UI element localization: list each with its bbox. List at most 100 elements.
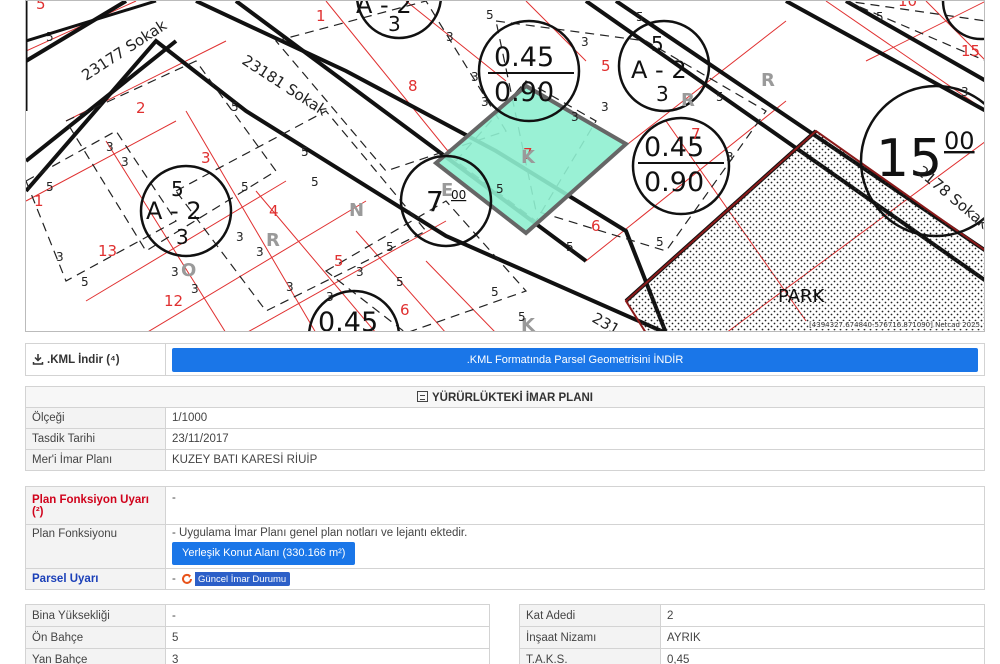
svg-text:8: 8: [408, 77, 418, 95]
refresh-icon: [179, 572, 196, 586]
side-yard-value: 3: [165, 648, 490, 664]
plan-function-table: Plan Fonksiyon Uyarı (²) - Plan Fonksiyo…: [25, 486, 985, 590]
svg-text:5: 5: [518, 310, 526, 324]
svg-text:5: 5: [311, 175, 319, 189]
svg-text:3: 3: [176, 225, 189, 249]
parcel-warning-label-cell: Parsel Uyarı: [25, 568, 166, 590]
svg-text:3: 3: [601, 100, 609, 114]
svg-text:3: 3: [726, 150, 734, 164]
svg-text:5: 5: [601, 57, 611, 75]
svg-text:5: 5: [36, 1, 46, 13]
svg-text:R: R: [266, 230, 280, 251]
svg-text:3: 3: [256, 245, 264, 259]
svg-text:3: 3: [121, 155, 129, 169]
download-icon: [32, 354, 44, 365]
svg-text:3: 3: [471, 70, 479, 84]
function-warning-value: -: [165, 486, 985, 525]
kml-download-button[interactable]: .KML Formatında Parsel Geometrisini İNDİ…: [172, 347, 978, 372]
svg-text:5: 5: [486, 8, 494, 22]
svg-text:13: 13: [98, 242, 117, 260]
taks-value: 0,45: [660, 648, 985, 664]
function-warning-label-cell: Plan Fonksiyon Uyarı (²): [25, 486, 166, 525]
svg-text:3: 3: [286, 280, 294, 294]
svg-text:N: N: [349, 200, 364, 221]
document-icon: [417, 390, 428, 402]
svg-text:5: 5: [656, 235, 664, 249]
svg-text:A - 2: A - 2: [146, 197, 202, 225]
svg-text:5: 5: [651, 32, 664, 56]
svg-text:3: 3: [388, 12, 401, 36]
svg-text:5: 5: [566, 240, 574, 254]
svg-text:3: 3: [571, 110, 579, 124]
side-yard-label: Yan Bahçe: [25, 648, 166, 664]
svg-text:5: 5: [334, 252, 344, 270]
svg-text:6: 6: [400, 301, 410, 319]
svg-text:3: 3: [191, 282, 199, 296]
svg-text:5: 5: [636, 10, 644, 24]
svg-text:R: R: [681, 90, 695, 111]
svg-text:10: 10: [898, 1, 917, 10]
approval-date-label: Tasdik Tarihi: [25, 428, 166, 450]
svg-text:00: 00: [944, 127, 975, 155]
construction-order-value: AYRIK: [660, 626, 985, 649]
active-plan-value: KUZEY BATI KARESİ RİUİP: [165, 449, 985, 471]
svg-text:5: 5: [876, 10, 884, 24]
building-info-left: Bina Yüksekliği - Ön Bahçe 5 Yan Bahçe 3: [25, 604, 490, 664]
svg-text:3: 3: [581, 35, 589, 49]
current-zoning-button[interactable]: Güncel İmar Durumu: [179, 572, 291, 586]
park-label: PARK: [778, 286, 826, 307]
svg-text:5: 5: [496, 182, 504, 196]
scale-label: Ölçeği: [25, 407, 166, 429]
building-height-value: -: [165, 604, 490, 627]
taks-label: T.A.K.S.: [519, 648, 661, 664]
floor-count-label: Kat Adedi: [519, 604, 661, 627]
svg-text:3: 3: [171, 265, 179, 279]
front-yard-value: 5: [165, 626, 490, 649]
plan-function-label: Plan Fonksiyonu: [25, 524, 166, 569]
plan-function-note: - Uygulama İmar Planı genel plan notları…: [172, 527, 468, 539]
plan-function-value: - Uygulama İmar Planı genel plan notları…: [165, 524, 985, 569]
svg-text:3: 3: [961, 85, 969, 99]
svg-text:3: 3: [106, 140, 114, 154]
svg-text:3: 3: [326, 290, 334, 304]
svg-text:R: R: [761, 70, 775, 91]
svg-text:3: 3: [656, 82, 669, 106]
svg-text:0.90: 0.90: [494, 77, 554, 108]
map-credit: [4394327.674840-576716.871090] Netcad 20…: [809, 321, 980, 329]
svg-text:7: 7: [691, 125, 701, 143]
svg-text:5: 5: [81, 275, 89, 289]
kml-button-cell: .KML Formatında Parsel Geometrisini İNDİ…: [165, 343, 985, 376]
svg-text:0.90: 0.90: [644, 167, 704, 198]
active-plan-label: Mer'i İmar Planı: [25, 449, 166, 471]
kml-label: .KML İndir (⁴): [47, 354, 120, 366]
zoning-plan-title: YÜRÜRLÜKTEKİ İMAR PLANI: [432, 391, 593, 404]
svg-text:2: 2: [136, 99, 146, 117]
svg-text:5: 5: [491, 285, 499, 299]
svg-text:O: O: [181, 260, 196, 281]
kml-label-cell: .KML İndir (⁴): [25, 343, 166, 376]
svg-text:3: 3: [201, 149, 211, 167]
zoning-plan-header: YÜRÜRLÜKTEKİ İMAR PLANI: [25, 386, 985, 408]
svg-text:6: 6: [591, 217, 601, 235]
svg-text:3: 3: [481, 95, 489, 109]
svg-text:5: 5: [241, 180, 249, 194]
svg-text:5: 5: [231, 100, 239, 114]
zoning-map[interactable]: 7 5 A - 2 3 5 A - 2 3 5 A - 2 3: [25, 0, 985, 332]
svg-text:3: 3: [446, 30, 454, 44]
svg-text:0.45: 0.45: [318, 307, 378, 332]
svg-text:4: 4: [269, 202, 279, 220]
building-info-right: Kat Adedi 2 İnşaat Nizamı AYRIK T.A.K.S.…: [519, 604, 985, 664]
svg-text:5: 5: [301, 145, 309, 159]
svg-text:5: 5: [716, 90, 724, 104]
scale-value: 1/1000: [165, 407, 985, 429]
current-zoning-label: Güncel İmar Durumu: [198, 573, 287, 585]
front-yard-label: Ön Bahçe: [25, 626, 166, 649]
svg-text:3: 3: [236, 230, 244, 244]
parcel-warning-label: Parsel Uyarı: [32, 573, 99, 585]
building-height-label: Bina Yüksekliği: [25, 604, 166, 627]
residential-area-button[interactable]: Yerleşik Konut Alanı (330.166 m²): [172, 542, 356, 565]
svg-text:3: 3: [56, 250, 64, 264]
map-canvas[interactable]: 7 5 A - 2 3 5 A - 2 3 5 A - 2 3: [26, 1, 985, 332]
svg-text:A - 2: A - 2: [631, 56, 687, 84]
svg-text:5: 5: [396, 275, 404, 289]
